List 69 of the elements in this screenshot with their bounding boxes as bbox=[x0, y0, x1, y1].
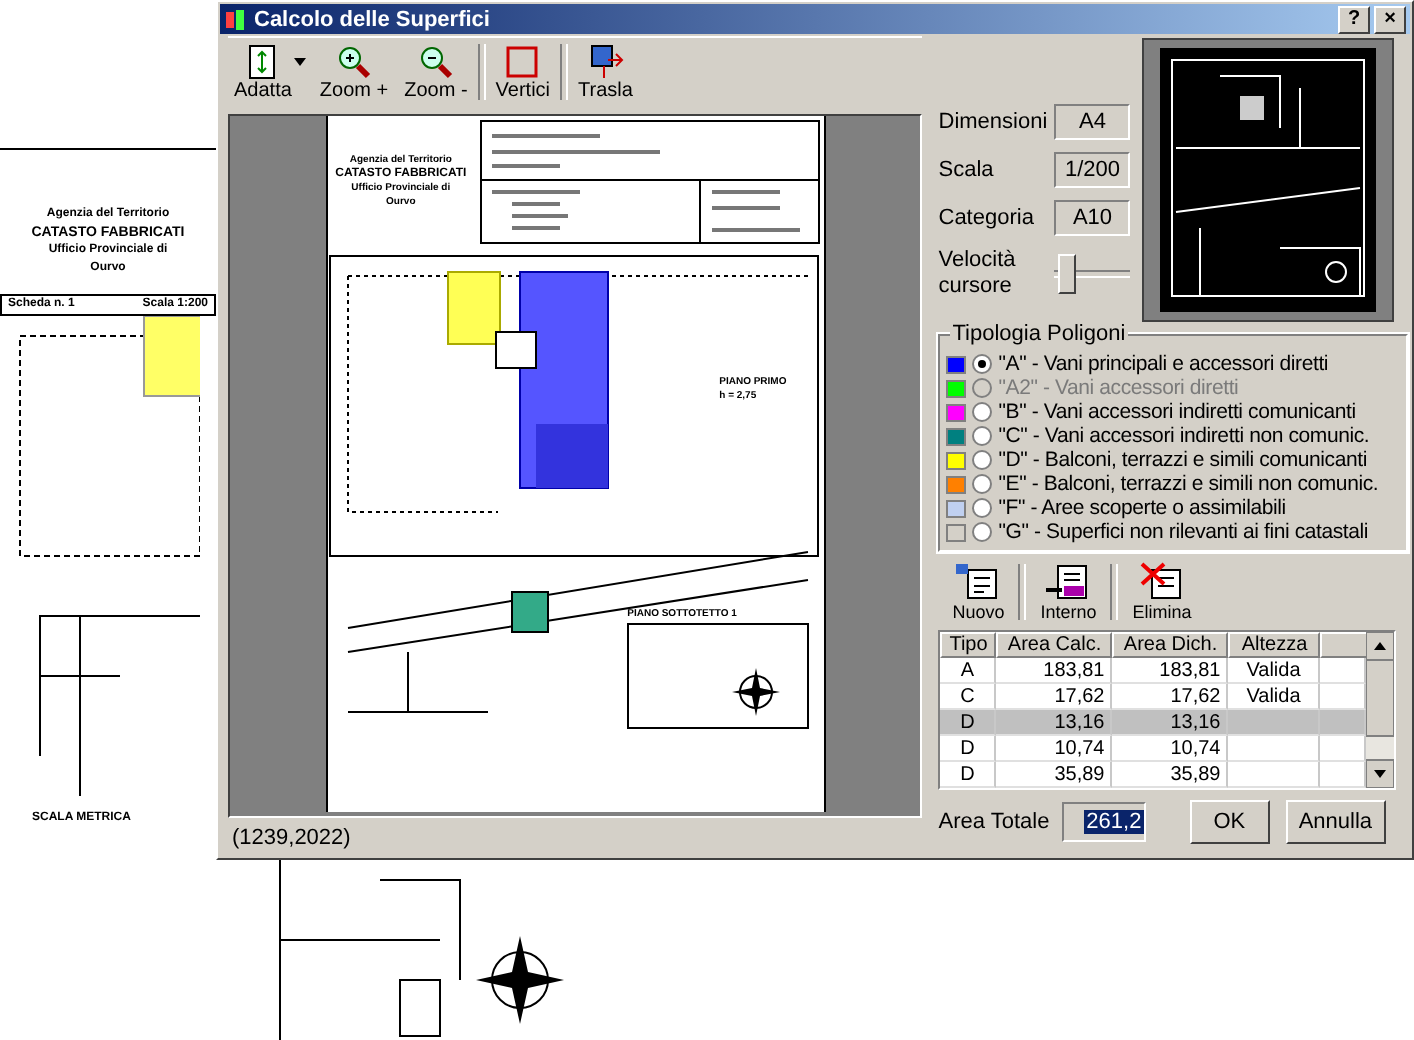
arrow-icon bbox=[585, 43, 626, 79]
table-cell: D bbox=[940, 736, 997, 762]
radio-button[interactable] bbox=[972, 354, 993, 374]
table-cell bbox=[1320, 710, 1367, 736]
table-cell: A bbox=[940, 658, 997, 684]
toolbar-button[interactable]: Zoom - bbox=[398, 41, 474, 103]
table-cell: 10,74 bbox=[996, 736, 1113, 762]
radio-button[interactable] bbox=[972, 522, 993, 542]
radio-label[interactable]: "A" - Vani principali e accessori diretti bbox=[998, 352, 1329, 376]
action-button[interactable]: Interno bbox=[1034, 560, 1103, 624]
radio-button[interactable] bbox=[972, 402, 993, 422]
property-value: A10 bbox=[1054, 200, 1131, 236]
table-cell: 35,89 bbox=[996, 762, 1113, 788]
window-title: Calcolo delle Superfici bbox=[254, 7, 492, 31]
column-header[interactable]: Tipo bbox=[940, 632, 997, 658]
table-cell bbox=[1228, 762, 1321, 788]
column-header[interactable]: Area Dich. bbox=[1112, 632, 1229, 658]
property-label: Scala bbox=[938, 158, 994, 182]
table-cell bbox=[1228, 710, 1321, 736]
table-cell: 35,89 bbox=[1112, 762, 1229, 788]
zoom-in-icon bbox=[334, 43, 375, 79]
action-button[interactable]: Nuovo bbox=[946, 560, 1011, 624]
toolbar-button[interactable]: Vertici bbox=[489, 41, 557, 103]
table-cell: 10,74 bbox=[1112, 736, 1229, 762]
ok-button[interactable]: OK bbox=[1189, 800, 1270, 844]
delete-icon bbox=[1140, 562, 1185, 602]
table-cell: 13,16 bbox=[996, 710, 1113, 736]
total-field: 261,2 bbox=[1061, 802, 1146, 842]
slider-thumb[interactable] bbox=[1057, 254, 1076, 294]
table-cell: 183,81 bbox=[996, 658, 1113, 684]
radio-label[interactable]: "D" - Balconi, terrazzi e simili comunicanti bbox=[998, 448, 1367, 472]
radio-button[interactable] bbox=[972, 474, 993, 494]
action-button[interactable]: Elimina bbox=[1126, 560, 1198, 624]
new-document-icon bbox=[956, 562, 1001, 602]
radio-label[interactable]: "B" - Vani accessori indiretti comunicanti bbox=[998, 400, 1356, 424]
radio-label[interactable]: "E" - Balconi, terrazzi e simili non comunic. bbox=[998, 472, 1379, 496]
radio-button[interactable] bbox=[972, 450, 993, 470]
slider-label: Velocità cursore bbox=[938, 248, 1018, 300]
column-header[interactable]: Area Calc. bbox=[996, 632, 1113, 658]
toolbar-button[interactable]: Adatta bbox=[228, 41, 298, 103]
radio-label[interactable]: "C" - Vani accessori indiretti non comunic. bbox=[998, 424, 1370, 448]
table-cell: Valida bbox=[1228, 658, 1321, 684]
table-cell: D bbox=[940, 762, 997, 788]
help-button[interactable]: ? bbox=[1338, 5, 1370, 33]
property-value: 1/200 bbox=[1054, 152, 1131, 188]
cancel-button[interactable]: Annulla bbox=[1285, 800, 1386, 844]
group-title: Tipologia Poligoni bbox=[950, 322, 1128, 346]
table-cell: 183,81 bbox=[1112, 658, 1229, 684]
toolbar-button[interactable]: Trasla bbox=[572, 41, 639, 103]
column-header[interactable]: Altezza bbox=[1228, 632, 1321, 658]
toolbar-button[interactable]: Zoom + bbox=[313, 41, 395, 103]
radio-label[interactable]: "F" - Aree scoperte o assimilabili bbox=[998, 496, 1286, 520]
property-label: Categoria bbox=[938, 206, 1034, 230]
square-icon bbox=[502, 43, 543, 79]
zoom-out-icon bbox=[415, 43, 456, 79]
caret-icon bbox=[293, 58, 306, 66]
close-button[interactable]: × bbox=[1374, 5, 1406, 33]
document-icon bbox=[1046, 562, 1091, 602]
table-cell: D bbox=[940, 710, 997, 736]
radio-button[interactable] bbox=[972, 498, 993, 518]
app-icon bbox=[224, 7, 248, 31]
radio-label[interactable]: "G" - Superfici non rilevanti ai fini catastali bbox=[998, 520, 1369, 544]
total-label: Area Totale bbox=[938, 810, 1050, 834]
table-cell bbox=[1228, 736, 1321, 762]
radio-button[interactable] bbox=[972, 426, 993, 446]
property-label: Dimensioni bbox=[938, 110, 1048, 134]
property-value: A4 bbox=[1054, 104, 1131, 140]
table-cell: 13,16 bbox=[1112, 710, 1229, 736]
coordinates-text: (1239,2022) bbox=[230, 824, 353, 854]
